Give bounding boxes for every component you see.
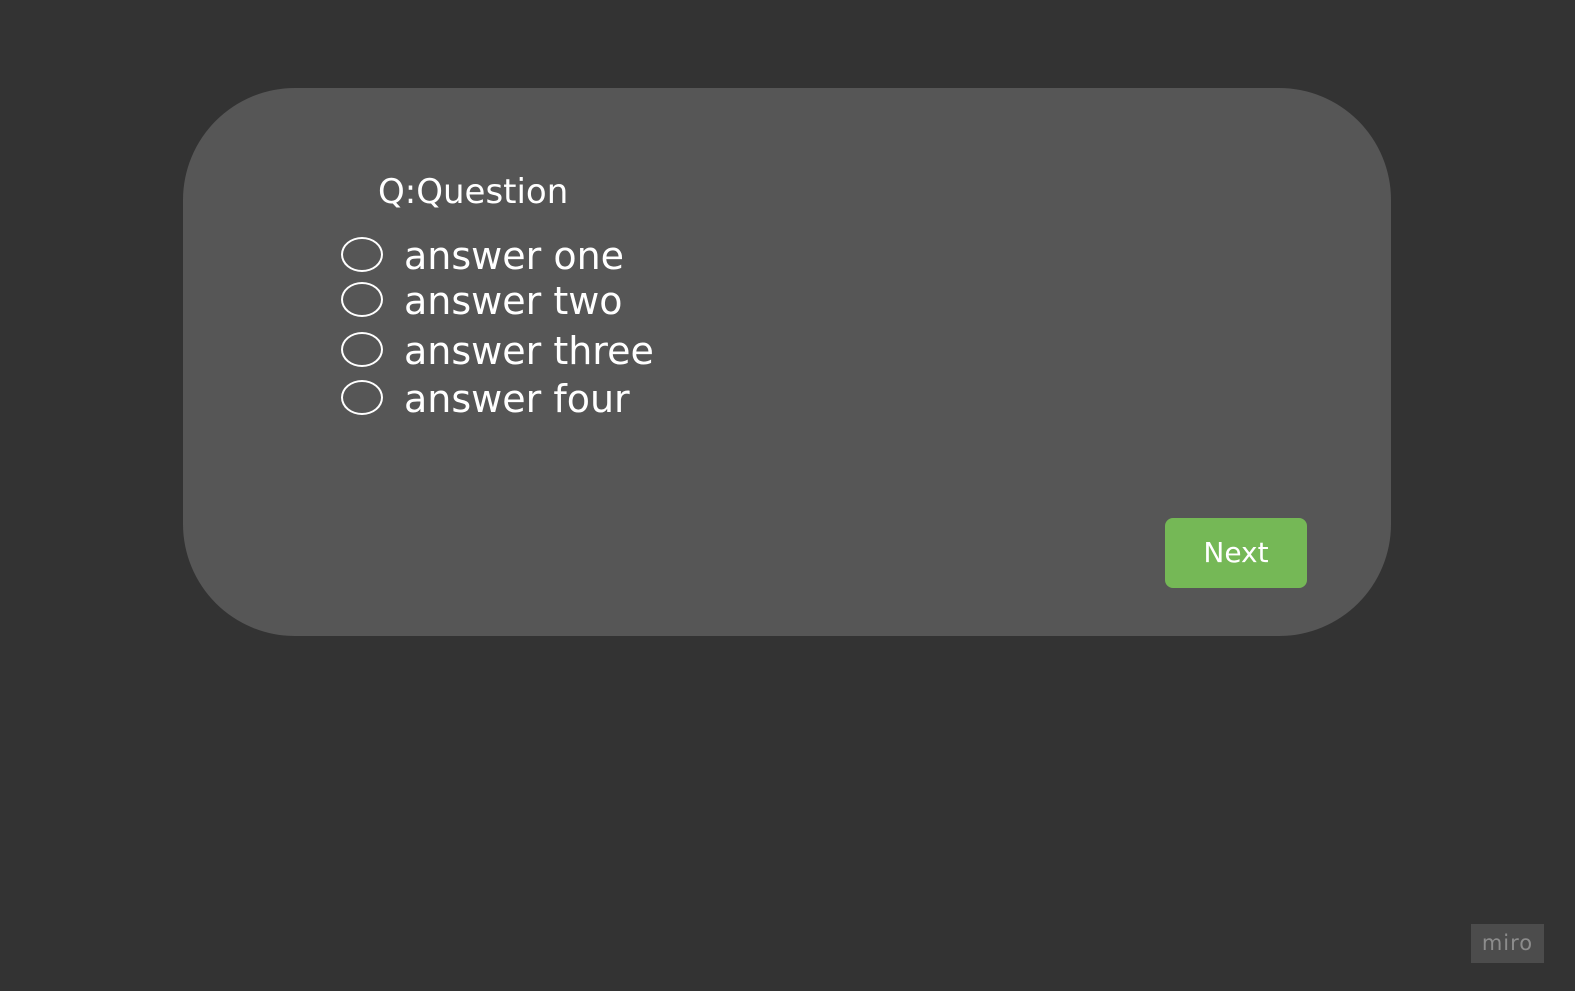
radio-unselected-icon[interactable] — [341, 237, 383, 272]
radio-unselected-icon[interactable] — [341, 282, 383, 317]
answer-label: answer two — [404, 279, 623, 323]
quiz-card: Q:Question answer one answer two answer … — [183, 88, 1391, 636]
radio-unselected-icon[interactable] — [341, 380, 383, 415]
radio-unselected-icon[interactable] — [341, 332, 383, 367]
answer-label: answer four — [404, 377, 630, 421]
answer-label: answer one — [404, 234, 625, 278]
answer-label: answer three — [404, 329, 654, 373]
question-text: Q:Question — [378, 172, 569, 212]
next-button[interactable]: Next — [1165, 518, 1307, 588]
miro-watermark-logo: miro — [1471, 924, 1544, 963]
